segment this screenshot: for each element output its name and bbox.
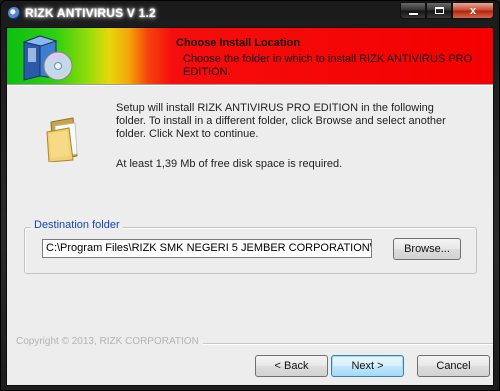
destination-path-input[interactable]: C:\Program Files\RIZK SMK NEGERI 5 JEMBE…	[42, 239, 372, 258]
wizard-header-banner: Choose Install Location Choose the folde…	[7, 28, 493, 84]
maximize-button[interactable]	[426, 2, 452, 19]
close-button[interactable]: x	[452, 2, 494, 19]
wizard-client-area: Choose Install Location Choose the folde…	[6, 27, 494, 386]
installer-window: RIZK ANTIVIRUS V 1.2 x Choose Install Lo…	[0, 0, 500, 391]
destination-path-value: C:\Program Files\RIZK SMK NEGERI 5 JEMBE…	[46, 242, 372, 254]
header-divider	[7, 84, 493, 86]
minimize-button[interactable]	[400, 2, 426, 19]
caption-buttons: x	[400, 2, 494, 20]
install-intro-text: Setup will install RIZK ANTIVIRUS PRO ED…	[116, 102, 446, 140]
title-bar[interactable]: RIZK ANTIVIRUS V 1.2 x	[1, 1, 499, 27]
maximize-icon	[434, 7, 444, 14]
copyright-text: Copyright © 2013, RIZK CORPORATION	[16, 336, 203, 347]
setup-disc-icon	[7, 6, 21, 20]
close-icon: x	[469, 4, 477, 17]
header-subtitle: Choose the folder in which to install RI…	[183, 53, 473, 78]
window-title: RIZK ANTIVIRUS V 1.2	[25, 6, 156, 20]
back-button[interactable]: < Back	[255, 355, 328, 377]
next-button[interactable]: Next >	[331, 355, 404, 377]
destination-folder-legend: Destination folder	[31, 219, 123, 231]
disk-space-text: At least 1,39 Mb of free disk space is r…	[116, 158, 343, 170]
minimize-icon	[408, 12, 418, 15]
cd-case-icon	[22, 35, 73, 81]
browse-button[interactable]: Browse...	[393, 238, 461, 260]
cancel-button[interactable]: Cancel	[417, 355, 490, 377]
header-title: Choose Install Location	[176, 37, 301, 49]
folder-icon	[46, 117, 78, 162]
